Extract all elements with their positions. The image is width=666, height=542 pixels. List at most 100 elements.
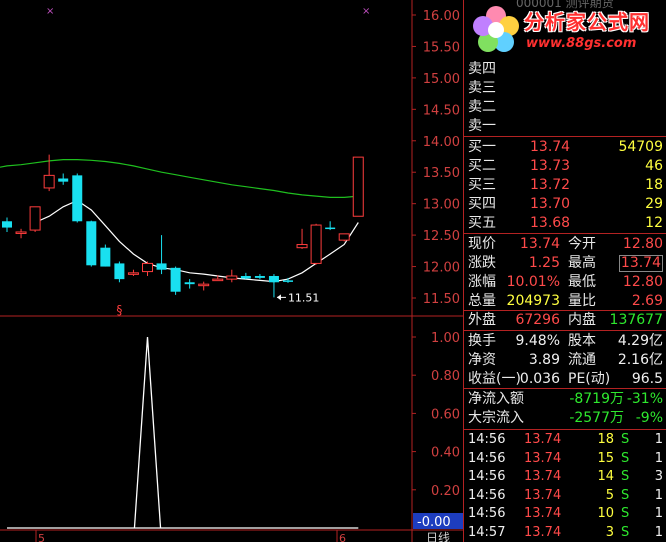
outer-value: 67296 xyxy=(515,312,560,328)
time-label: 6 xyxy=(339,532,346,542)
price-axis-label: 15.50 xyxy=(423,40,460,55)
candle-body-down xyxy=(72,175,83,222)
stat-label: 股本 xyxy=(568,333,596,349)
quote-label: 总量 xyxy=(468,293,496,309)
sell-row: 卖二 xyxy=(464,98,666,116)
candle-body-up xyxy=(296,244,308,249)
price-axis-label: 11.50 xyxy=(423,292,460,307)
candle-body-down xyxy=(283,280,293,282)
flow-value: -8719万 xyxy=(569,391,624,407)
indicator-value: -0.00 xyxy=(417,515,451,530)
inner-value: 137677 xyxy=(609,312,663,328)
tick-row[interactable]: 14:57 13.74 3 S 1 xyxy=(464,523,666,542)
quote-label: 涨幅 xyxy=(468,274,496,290)
quote-row: 现价 13.74 今开 12.80 xyxy=(464,235,666,253)
candle-body-up xyxy=(43,174,55,189)
kline-chart[interactable]: 16.00 15.50 15.00 14.50 14.00 13.50 13.00 12.50… xyxy=(0,0,463,542)
divider xyxy=(464,388,666,389)
kline-chart-area[interactable]: 16.00 15.50 15.00 14.50 14.00 13.50 13.00 12.50… xyxy=(0,0,463,542)
buy-price: 13.72 xyxy=(530,177,571,193)
indicator-axis-label: 0.40 xyxy=(431,446,460,461)
candle-body-down xyxy=(100,247,111,267)
buy-volume: 12 xyxy=(645,215,663,231)
buy-price: 13.70 xyxy=(530,196,571,212)
tick-count: 1 xyxy=(654,525,663,540)
buy-label: 买五 xyxy=(468,215,496,231)
quote-label: 现价 xyxy=(468,236,496,252)
tick-price: 13.74 xyxy=(524,487,562,503)
tick-row[interactable]: 14:56 13.74 10 S 1 xyxy=(464,504,666,523)
sell-row: 卖三 xyxy=(464,79,666,97)
tick-volume: 14 xyxy=(597,469,614,485)
price-axis-label: 13.00 xyxy=(423,198,460,213)
price-axis-label: 16.00 xyxy=(423,9,460,24)
sell-label: 卖三 xyxy=(468,80,496,96)
divider xyxy=(464,233,666,234)
outer-row: 外盘 67296 内盘 137677 xyxy=(464,311,666,329)
candle-body-up xyxy=(338,233,350,241)
signal-mark: § xyxy=(116,303,122,317)
quote-value: 1.25 xyxy=(528,255,560,271)
quote-label: 涨跌 xyxy=(468,255,496,271)
stat-label: PE(动) xyxy=(568,371,611,387)
sell-row: 卖一 xyxy=(464,117,666,135)
low-marker-label: 11.51 xyxy=(288,291,320,304)
quote-row: 总量 204973 量比 2.69 xyxy=(464,292,666,310)
tick-price: 13.74 xyxy=(524,525,562,540)
buy-row: 买四 13.70 29 xyxy=(464,195,666,213)
tick-time: 14:56 xyxy=(468,506,506,522)
buy-row: 买五 13.68 12 xyxy=(464,214,666,232)
candle-body-down xyxy=(2,221,12,228)
flower-logo-icon xyxy=(473,6,519,52)
buy-volume: 18 xyxy=(645,177,663,193)
price-axis-label: 15.00 xyxy=(423,72,460,87)
candle-body-up xyxy=(127,272,139,275)
tick-count: 1 xyxy=(654,450,663,466)
top-marker: × xyxy=(46,6,54,17)
quote-value: 12.80 xyxy=(622,236,663,252)
flow-row: 大宗流入 -2577万 -9% xyxy=(464,409,666,427)
price-axis-label: 12.50 xyxy=(423,229,460,244)
buy-price: 13.68 xyxy=(530,215,571,231)
quote-panel: 000001 测评期货 分析家公式网 www.88gs.com 卖四 卖三 卖二 卖一… xyxy=(464,0,666,542)
quote-value: 13.74 xyxy=(519,236,560,252)
tick-row[interactable]: 14:56 13.74 5 S 1 xyxy=(464,486,666,505)
stat-value: 9.48% xyxy=(515,333,560,349)
flow-label: 净流入额 xyxy=(468,391,524,407)
top-marker: × xyxy=(362,6,370,17)
price-axis-label: 12.00 xyxy=(423,261,460,276)
flow-percent: -9% xyxy=(635,410,663,426)
candle-body-down xyxy=(240,275,251,279)
stat-value: 4.29亿 xyxy=(617,333,663,349)
tick-time: 14:57 xyxy=(468,525,506,540)
candle-body-down xyxy=(254,275,265,278)
stat-row: 收益(一) 0.036 PE(动) 96.5 xyxy=(464,370,666,388)
candle-body-up xyxy=(198,283,210,287)
period-label: 日线 xyxy=(426,531,450,542)
buy-volume: 29 xyxy=(645,196,663,212)
ma-short-line xyxy=(34,199,359,283)
buy-label: 买三 xyxy=(468,177,496,193)
inner-label: 内盘 xyxy=(568,312,596,328)
price-axis-label: 14.50 xyxy=(423,103,460,118)
tick-row[interactable]: 14:56 13.74 18 S 1 xyxy=(464,430,666,449)
quote-value: 10.01% xyxy=(506,274,560,290)
candle-body-up xyxy=(226,275,238,280)
tick-time: 14:56 xyxy=(468,450,506,466)
indicator-axis-label: 0.80 xyxy=(431,369,460,384)
tick-price: 13.74 xyxy=(524,450,562,466)
buy-volume: 46 xyxy=(645,158,663,174)
candle-body-up xyxy=(15,231,27,234)
stat-label: 净资 xyxy=(468,352,496,368)
tick-side: S xyxy=(621,432,630,447)
candle-body-down xyxy=(86,221,97,266)
sell-label: 卖一 xyxy=(468,118,496,134)
quote-value: 12.80 xyxy=(622,274,663,290)
candle-body-down xyxy=(184,282,195,285)
outer-label: 外盘 xyxy=(468,312,496,328)
quote-value: 204973 xyxy=(506,293,560,309)
tick-row[interactable]: 14:56 13.74 15 S 1 xyxy=(464,449,666,468)
tick-row[interactable]: 14:56 13.74 14 S 3 xyxy=(464,467,666,486)
sell-label: 卖二 xyxy=(468,99,496,115)
divider xyxy=(464,330,666,331)
